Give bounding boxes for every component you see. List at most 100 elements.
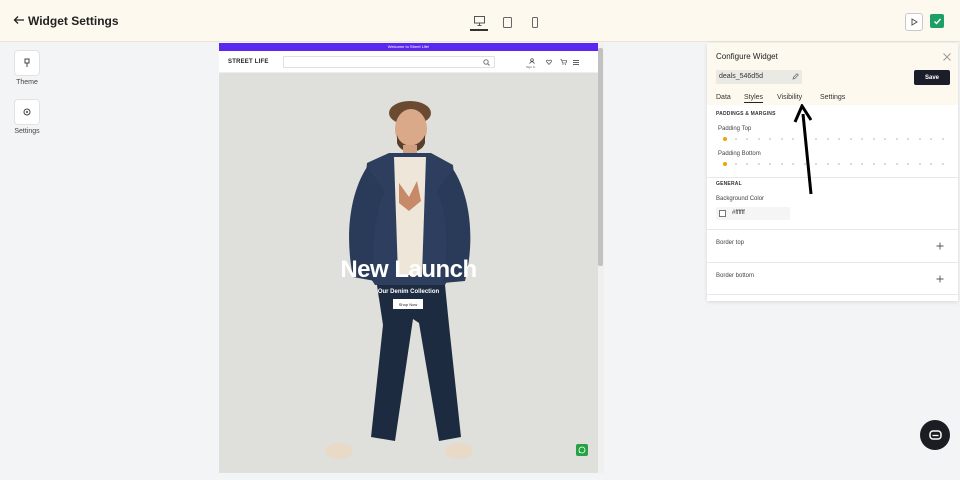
save-button[interactable]: Save	[914, 70, 950, 85]
slider-tick	[918, 163, 921, 165]
settings-button[interactable]	[14, 99, 40, 125]
slider-tick	[895, 138, 898, 140]
widget-id-value: deals_546d5d	[719, 73, 763, 80]
theme-label: Theme	[16, 79, 38, 86]
plus-icon[interactable]	[936, 275, 944, 283]
background-color-field[interactable]: #ffffff	[716, 207, 790, 220]
store-preview[interactable]: Welcome to Street Life! STREET LIFE Sign…	[219, 43, 598, 473]
paint-brush-icon	[24, 58, 30, 67]
slider-tick	[734, 163, 737, 165]
signin-label[interactable]: Sign In	[526, 65, 535, 69]
slider-tick	[734, 138, 737, 140]
padding-top-slider[interactable]	[723, 137, 945, 141]
chat-support-button[interactable]	[920, 420, 950, 450]
border-bottom-label: Border bottom	[716, 273, 755, 279]
slider-tick	[872, 138, 875, 140]
store-header: STREET LIFE Sign In	[219, 51, 598, 73]
announcement-bar: Welcome to Street Life!	[219, 43, 598, 51]
preview-play-button[interactable]	[905, 13, 923, 31]
play-icon	[911, 18, 918, 26]
padding-bottom-label: Padding Bottom	[718, 151, 761, 157]
tablet-icon[interactable]	[498, 13, 516, 31]
store-logo[interactable]: STREET LIFE	[228, 59, 269, 65]
hero-title: New Launch	[340, 256, 477, 283]
whatsapp-button[interactable]	[576, 444, 588, 456]
cart-icon[interactable]	[560, 59, 567, 65]
padding-top-slider-handle[interactable]	[723, 137, 727, 141]
slider-tick	[872, 163, 875, 165]
slider-tick	[941, 163, 944, 165]
plus-icon[interactable]	[936, 242, 944, 250]
close-icon[interactable]	[942, 52, 952, 62]
slider-tick	[838, 163, 840, 165]
shop-now-button[interactable]: Shop Now	[393, 299, 423, 309]
section-divider	[707, 177, 958, 178]
slider-tick	[895, 163, 898, 165]
slider-tick	[918, 138, 921, 140]
section-divider	[707, 294, 958, 295]
desktop-icon[interactable]	[470, 13, 488, 31]
background-color-label: Background Color	[716, 196, 765, 202]
page-title: Widget Settings	[28, 14, 119, 28]
whatsapp-icon	[578, 446, 586, 454]
slider-tick	[746, 138, 748, 140]
slider-tick	[884, 163, 886, 165]
tab-visibility[interactable]: Visibility	[777, 94, 802, 101]
slider-tick	[861, 163, 863, 165]
tab-styles[interactable]: Styles	[744, 94, 764, 103]
paddings-heading: PADDINGS & MARGINS	[716, 111, 776, 117]
border-top-label: Border top	[716, 240, 745, 246]
slider-tick	[769, 163, 771, 165]
padding-bottom-slider[interactable]	[723, 162, 945, 166]
slider-tick	[769, 138, 771, 140]
slider-tick	[780, 163, 783, 165]
configure-widget-panel: Configure Widget deals_546d5d Save Data …	[707, 43, 958, 301]
tab-data[interactable]: Data	[716, 94, 731, 101]
color-swatch[interactable]	[719, 210, 726, 217]
top-bar: Widget Settings	[0, 0, 960, 42]
slider-tick	[884, 138, 886, 140]
slider-tick	[826, 163, 829, 165]
theme-button[interactable]	[14, 50, 40, 76]
slider-tick	[838, 138, 840, 140]
slider-tick	[930, 138, 932, 140]
padding-bottom-slider-handle[interactable]	[723, 162, 727, 166]
padding-top-label: Padding Top	[718, 126, 752, 132]
back-arrow-icon[interactable]	[12, 13, 26, 27]
slider-tick	[907, 138, 909, 140]
check-icon	[933, 18, 941, 25]
panel-title: Configure Widget	[716, 52, 778, 61]
slider-tick	[861, 138, 863, 140]
gear-icon	[23, 108, 31, 116]
background-color-value: #ffffff	[732, 210, 745, 216]
tab-settings[interactable]: Settings	[820, 94, 845, 101]
slider-tick	[849, 163, 852, 165]
search-icon[interactable]	[483, 59, 490, 66]
menu-icon[interactable]	[573, 60, 579, 65]
chat-icon	[928, 429, 942, 440]
publish-check-button[interactable]	[930, 14, 944, 28]
settings-label: Settings	[14, 128, 40, 135]
section-divider	[707, 229, 958, 230]
heart-icon[interactable]	[546, 59, 552, 65]
slider-tick	[849, 138, 852, 140]
hero-subtitle: Our Denim Collection	[377, 289, 440, 295]
slider-tick	[907, 163, 909, 165]
section-divider	[707, 262, 958, 263]
user-icon[interactable]	[529, 58, 535, 64]
preview-scrollbar-thumb[interactable]	[598, 48, 603, 266]
pencil-icon[interactable]	[792, 73, 799, 80]
slider-tick	[941, 138, 944, 140]
slider-tick	[746, 163, 748, 165]
annotation-arrow-icon	[793, 104, 813, 195]
slider-tick	[757, 138, 760, 140]
hero-banner[interactable]: New Launch Our Denim Collection Shop Now	[219, 73, 598, 473]
widget-id-field[interactable]: deals_546d5d	[716, 70, 802, 84]
mobile-icon[interactable]	[526, 13, 544, 31]
slider-tick	[757, 163, 760, 165]
slider-tick	[780, 138, 783, 140]
general-heading: GENERAL	[716, 181, 742, 187]
slider-tick	[930, 163, 932, 165]
slider-tick	[826, 138, 829, 140]
store-search-input[interactable]	[283, 56, 495, 68]
